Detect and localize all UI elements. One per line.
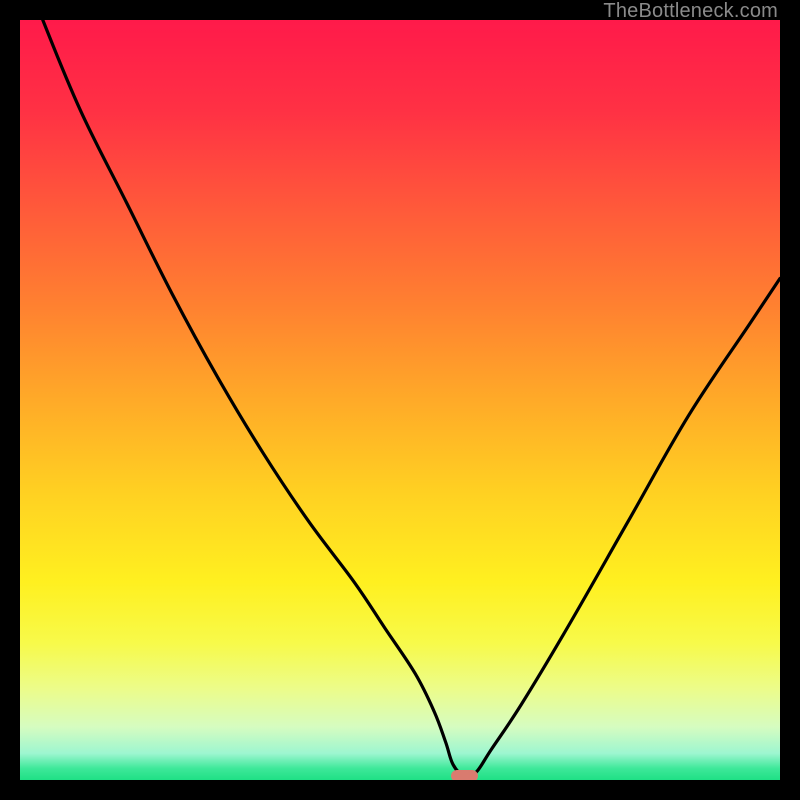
bottleneck-curve xyxy=(20,20,780,777)
watermark-text: TheBottleneck.com xyxy=(603,0,778,23)
plot-area xyxy=(20,20,780,780)
bottleneck-chart: TheBottleneck.com xyxy=(0,0,800,800)
optimal-marker xyxy=(451,770,478,780)
curve-layer xyxy=(20,20,780,780)
